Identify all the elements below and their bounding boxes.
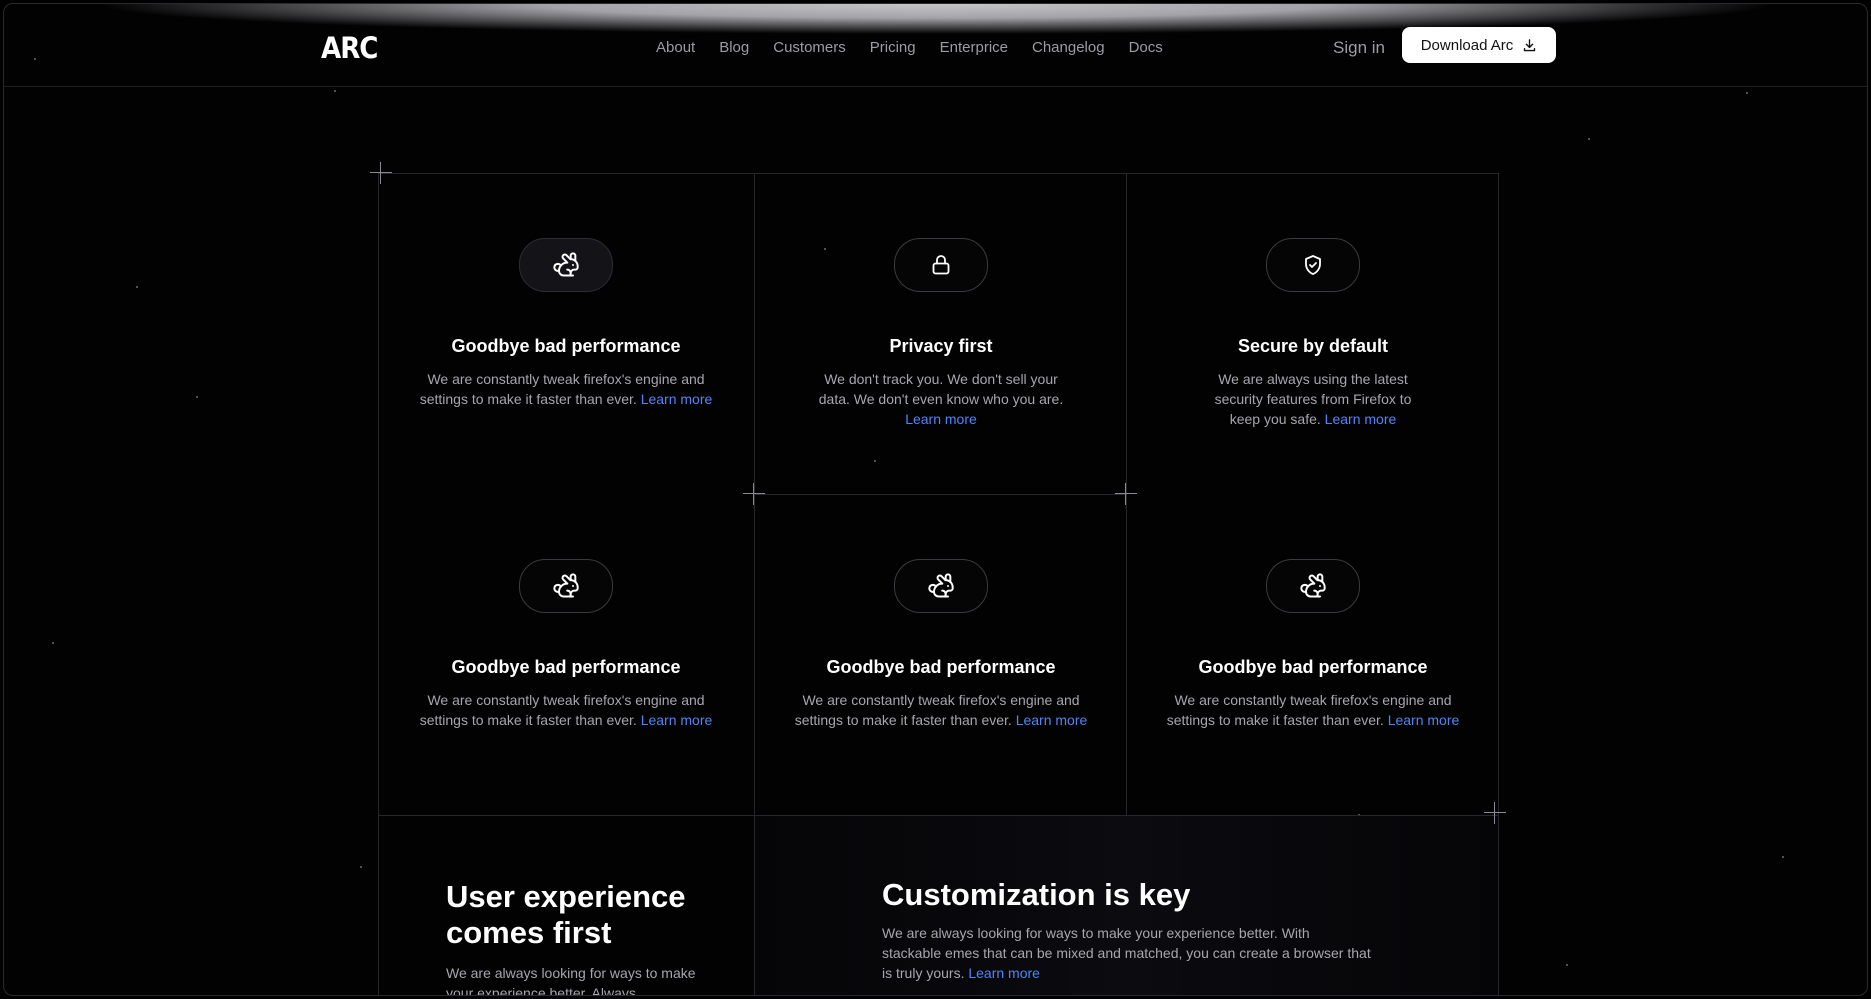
- rabbit-icon: [928, 573, 954, 598]
- card-title: Privacy first: [889, 336, 993, 356]
- feature-text: We are always looking for ways to make y…: [446, 965, 696, 996]
- grid-line: [754, 494, 1126, 495]
- feature-title: Customization is key: [882, 877, 1191, 912]
- feature-card: Goodbye bad performance We are constantl…: [380, 559, 752, 730]
- star: [52, 642, 54, 644]
- icon-pill: [894, 238, 988, 292]
- shield-check-icon: [1305, 255, 1321, 275]
- learn-more-link[interactable]: Learn more: [1325, 411, 1397, 427]
- card-title: Goodbye bad performance: [1198, 657, 1428, 677]
- learn-more-link[interactable]: Learn more: [641, 712, 713, 728]
- card-text: We are constantly tweak firefox's engine…: [1166, 692, 1460, 728]
- plus-marker: [743, 483, 765, 505]
- rabbit-icon: [553, 252, 579, 277]
- star: [196, 396, 198, 398]
- star: [360, 866, 362, 868]
- feature-card: Goodbye bad performance We are constantl…: [1127, 559, 1499, 730]
- star: [1782, 856, 1784, 858]
- card-text: We are constantly tweak firefox's engine…: [419, 692, 713, 728]
- features-grid: Goodbye bad performance We are constantl…: [370, 162, 1506, 996]
- nav-pricing[interactable]: Pricing: [870, 39, 916, 56]
- learn-more-link[interactable]: Learn more: [641, 391, 713, 407]
- rabbit-icon: [553, 573, 579, 598]
- nav-customers[interactable]: Customers: [773, 39, 846, 56]
- sign-in-link[interactable]: Sign in: [1333, 38, 1385, 58]
- card-text: We don't track you. We don't sell your d…: [818, 371, 1064, 427]
- download-label: Download Arc: [1420, 36, 1514, 54]
- plus-marker: [1115, 483, 1137, 505]
- top-navigation: ARC About Blog Customers Pricing Enterpr…: [4, 4, 1867, 87]
- nav-blog[interactable]: Blog: [719, 39, 749, 56]
- star: [136, 286, 138, 288]
- learn-more-link[interactable]: Learn more: [905, 411, 977, 427]
- grid-line: [378, 173, 1498, 174]
- nav-enterprise[interactable]: Enterprice: [940, 39, 1008, 56]
- nav-about[interactable]: About: [656, 39, 695, 56]
- feature-card: Goodbye bad performance We are constantl…: [755, 559, 1127, 730]
- feature-text: We are always looking for ways to make y…: [882, 925, 1371, 981]
- download-icon: [1524, 38, 1536, 51]
- card-title: Secure by default: [1237, 336, 1389, 356]
- card-text: We are constantly tweak firefox's engine…: [794, 692, 1088, 728]
- star: [1746, 92, 1748, 94]
- card-text: We are always using the latest security …: [1214, 371, 1412, 427]
- nav-links: About Blog Customers Pricing Enterprice …: [656, 39, 1187, 56]
- card-title: Goodbye bad performance: [451, 336, 681, 356]
- app-window: ARC About Blog Customers Pricing Enterpr…: [3, 3, 1868, 996]
- feature-card: Goodbye bad performance We are constantl…: [380, 238, 752, 409]
- card-title: Goodbye bad performance: [826, 657, 1056, 677]
- feature-card: Secure by default We are always using th…: [1127, 238, 1499, 429]
- star: [1588, 138, 1590, 140]
- lock-icon: [932, 255, 950, 275]
- nav-docs[interactable]: Docs: [1129, 39, 1163, 56]
- icon-pill: [519, 559, 613, 613]
- star: [334, 90, 336, 92]
- plus-marker: [1484, 802, 1506, 824]
- download-arc-button[interactable]: Download Arc: [1402, 27, 1556, 63]
- learn-more-link[interactable]: Learn more: [1388, 712, 1460, 728]
- arc-logo[interactable]: ARC: [321, 31, 378, 65]
- card-text: We are constantly tweak firefox's engine…: [419, 371, 713, 407]
- card-title: Goodbye bad performance: [451, 657, 681, 677]
- icon-pill: [519, 238, 613, 292]
- grid-line: [378, 173, 379, 995]
- plus-marker: [370, 162, 392, 184]
- star: [1566, 964, 1568, 966]
- nav-changelog[interactable]: Changelog: [1032, 39, 1105, 56]
- icon-pill: [1266, 559, 1360, 613]
- icon-pill: [894, 559, 988, 613]
- feature-card: Privacy first We don't track you. We don…: [755, 238, 1127, 429]
- feature-user-experience: User experience comes first We are alway…: [446, 879, 716, 996]
- grid-line: [378, 815, 1498, 816]
- feature-title: User experience comes first: [446, 879, 686, 950]
- feature-customization: Customization is key We are always looki…: [882, 877, 1372, 983]
- learn-more-link[interactable]: Learn more: [1016, 712, 1088, 728]
- icon-pill: [1266, 238, 1360, 292]
- learn-more-link[interactable]: Learn more: [968, 965, 1040, 981]
- rabbit-icon: [1300, 573, 1326, 598]
